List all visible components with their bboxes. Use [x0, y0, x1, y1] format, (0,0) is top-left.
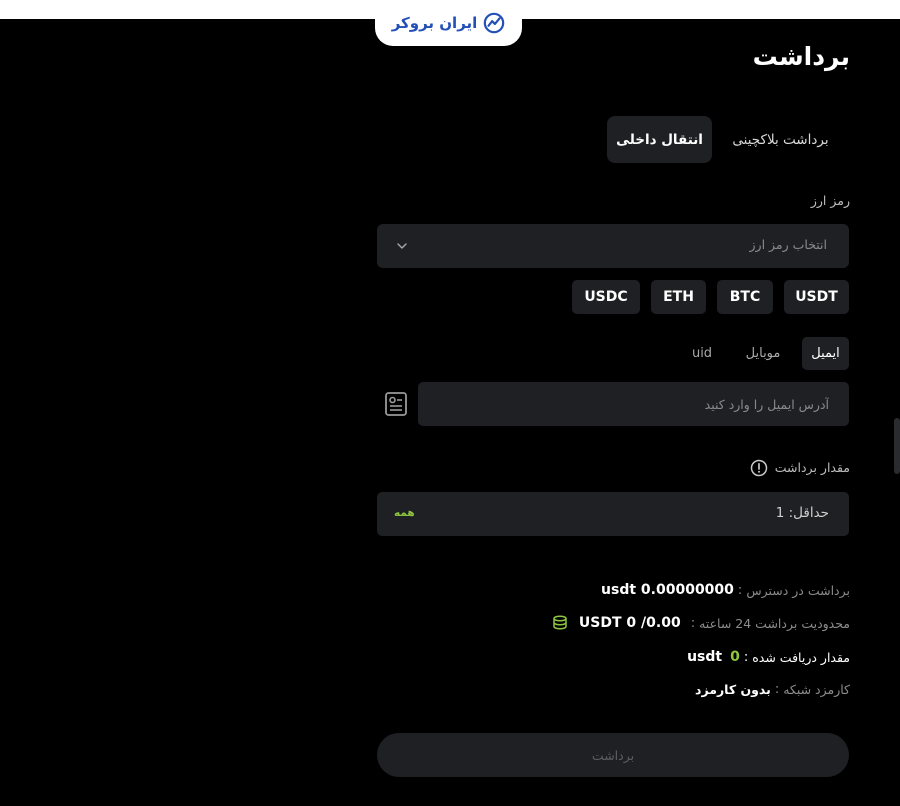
tab-internal-transfer[interactable]: انتقال داخلی: [607, 116, 712, 163]
available-value: usdt 0.00000000: [601, 582, 734, 598]
fee-row: کارمزد شبکه : بدون کارمزد: [695, 681, 850, 697]
page-title: برداشت: [752, 42, 850, 71]
limit-value: USDT 0 /0.00: [578, 615, 681, 631]
received-row: مقدار دریافت شده : 0 usdt: [687, 649, 850, 665]
currency-chip-eth[interactable]: ETH: [651, 280, 706, 314]
fee-value: بدون کارمزد: [695, 681, 771, 697]
chart-trend-icon: [484, 12, 505, 34]
currency-select-placeholder: انتخاب رمز ارز: [749, 237, 828, 252]
scrollbar-thumb[interactable]: [894, 418, 900, 474]
email-field[interactable]: [418, 382, 849, 426]
method-tab-uid[interactable]: uid: [685, 337, 719, 370]
info-icon[interactable]: [750, 459, 768, 477]
limit-row: محدودیت برداشت 24 ساعته : USDT 0 /0.00: [551, 613, 850, 633]
method-tab-mobile[interactable]: موبایل: [740, 337, 786, 370]
brand-logo[interactable]: ایران بروکر: [375, 0, 522, 46]
fee-label: کارمزد شبکه: [783, 681, 850, 697]
currency-select[interactable]: انتخاب رمز ارز: [377, 224, 849, 268]
currency-chip-usdt[interactable]: USDT: [784, 280, 849, 314]
received-unit: usdt: [687, 649, 723, 665]
limit-label: محدودیت برداشت 24 ساعته: [699, 615, 850, 631]
coins-icon: [553, 615, 567, 630]
received-amount: 0: [730, 649, 740, 665]
amount-label: مقدار برداشت: [774, 460, 850, 475]
received-label: مقدار دریافت شده: [752, 649, 850, 665]
currency-label: رمز ارز: [810, 193, 850, 208]
currency-chip-usdc[interactable]: USDC: [572, 280, 640, 314]
available-row: برداشت در دسترس : usdt 0.00000000: [601, 582, 850, 598]
amount-field[interactable]: حداقل: 1 همه: [377, 492, 849, 536]
amount-placeholder: حداقل: 1: [775, 505, 829, 521]
brand-name: ایران بروکر: [391, 14, 478, 32]
contact-card-icon[interactable]: [384, 391, 408, 417]
chevron-down-icon: [397, 243, 407, 249]
withdraw-submit-button[interactable]: برداشت: [377, 733, 849, 777]
method-tab-email[interactable]: ایمیل: [802, 337, 849, 370]
all-amount-button[interactable]: همه: [394, 507, 415, 519]
currency-chip-btc[interactable]: BTC: [717, 280, 773, 314]
email-field-wrapper: [418, 382, 849, 426]
tab-blockchain-withdraw[interactable]: برداشت بلاکچینی: [722, 116, 839, 163]
available-label: برداشت در دسترس: [746, 582, 850, 598]
